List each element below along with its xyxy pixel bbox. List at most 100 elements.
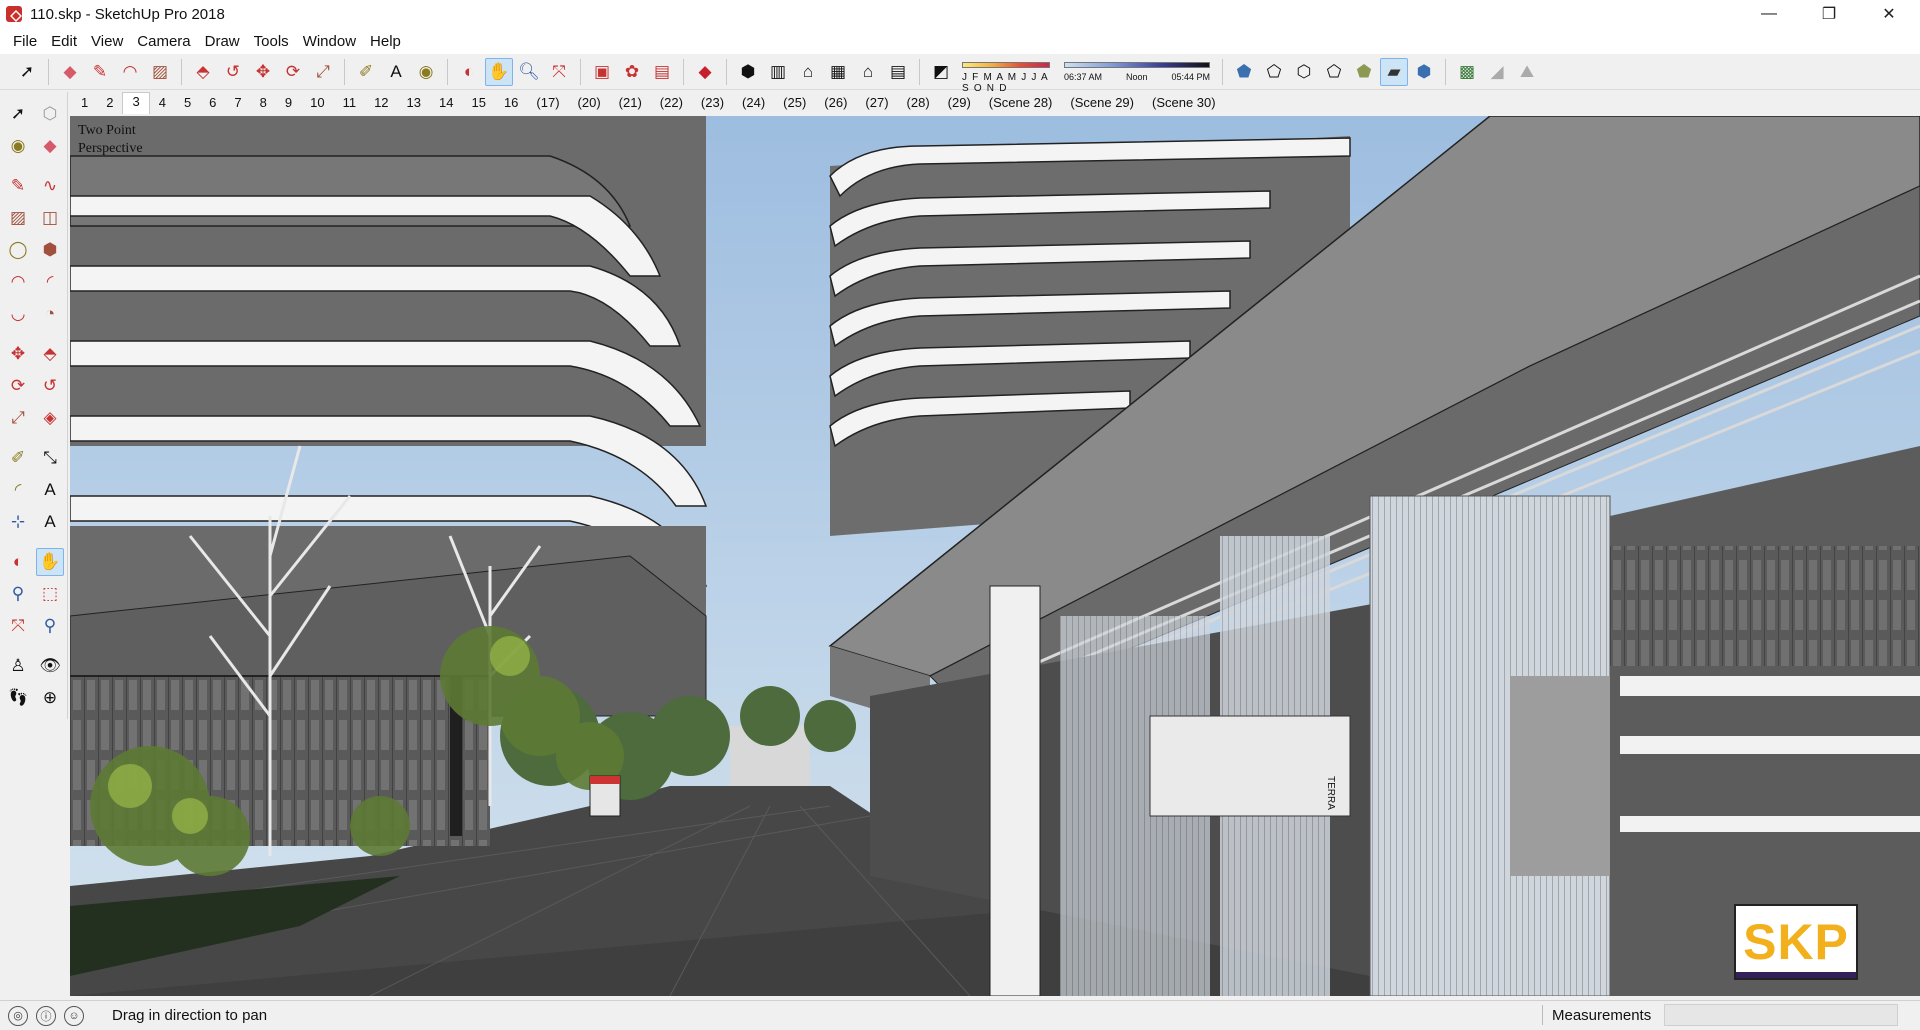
menu-file[interactable]: File [6, 31, 44, 52]
zoom-extents-icon[interactable]: ⤧ [4, 612, 32, 640]
add-location-icon[interactable]: ◢ [1483, 58, 1511, 86]
menu-help[interactable]: Help [363, 31, 408, 52]
xray-icon[interactable]: ⬟ [1230, 58, 1258, 86]
rotate-icon[interactable]: ⟳ [279, 58, 307, 86]
previous-view-icon[interactable]: ⚲ [36, 612, 64, 640]
menu-camera[interactable]: Camera [130, 31, 197, 52]
move-icon[interactable]: ✥ [249, 58, 277, 86]
orbit-icon[interactable]: ◐ [4, 548, 32, 576]
dimension-icon[interactable]: ⤡ [36, 444, 64, 472]
rotated-rectangle-icon[interactable]: ◫ [36, 204, 64, 232]
tab-scene-4[interactable]: 4 [150, 92, 175, 114]
tab-scene-24[interactable]: (24) [733, 92, 774, 114]
front-view-icon[interactable]: ⌂ [794, 58, 822, 86]
menu-window[interactable]: Window [296, 31, 363, 52]
move-icon[interactable]: ✥ [4, 340, 32, 368]
geo-location-icon[interactable]: ▩ [1453, 58, 1481, 86]
tab-scene-9[interactable]: 9 [276, 92, 301, 114]
shadow-toggle-icon[interactable]: ◩ [927, 58, 955, 86]
pan-icon[interactable]: ✋ [36, 548, 64, 576]
position-camera-icon[interactable]: ♙ [4, 652, 32, 680]
back-view-icon[interactable]: ⌂ [854, 58, 882, 86]
top-view-icon[interactable]: ▥ [764, 58, 792, 86]
back-edges-icon[interactable]: ⬠ [1260, 58, 1288, 86]
section-plane-icon[interactable]: ⊕ [36, 684, 64, 712]
shadow-time-slider[interactable]: 06:37 AM Noon 05:44 PM [1064, 58, 1210, 86]
look-around-icon[interactable]: 👁︎ [36, 652, 64, 680]
scale-icon[interactable]: ⤢ [309, 58, 337, 86]
pencil-icon[interactable]: ✎ [86, 58, 114, 86]
select-icon[interactable]: ➚ [13, 58, 41, 86]
credits-icon[interactable]: ⓘ [36, 1005, 56, 1026]
menu-tools[interactable]: Tools [247, 31, 296, 52]
pie-icon[interactable]: ◔ [36, 300, 64, 328]
iso-view-icon[interactable]: ⬢ [734, 58, 762, 86]
freehand-icon[interactable]: ∿ [36, 172, 64, 200]
rectangle-icon[interactable]: ▨ [4, 204, 32, 232]
measurements-input[interactable] [1664, 1004, 1898, 1026]
select-icon[interactable]: ➚ [4, 100, 32, 128]
tab-scene-7[interactable]: 7 [225, 92, 250, 114]
zoom-icon[interactable]: ⚲ [4, 580, 32, 608]
right-view-icon[interactable]: ▦ [824, 58, 852, 86]
tab-scene-27[interactable]: (27) [856, 92, 897, 114]
protractor-icon[interactable]: ◜ [4, 476, 32, 504]
menu-view[interactable]: View [84, 31, 130, 52]
followme-icon[interactable]: ↺ [36, 372, 64, 400]
arc-icon[interactable]: ◠ [4, 268, 32, 296]
tab-scene-21[interactable]: (21) [610, 92, 651, 114]
tab-scene-30-named[interactable]: (Scene 30) [1143, 92, 1225, 114]
two-point-arc-icon[interactable]: ◜ [36, 268, 64, 296]
text-icon[interactable]: A [36, 476, 64, 504]
tab-scene-23[interactable]: (23) [692, 92, 733, 114]
geo-location-status-icon[interactable]: ◎ [8, 1005, 28, 1026]
tab-scene-29[interactable]: (29) [939, 92, 980, 114]
pushpull-icon[interactable]: ⬘ [36, 340, 64, 368]
component-icon[interactable]: ⬡ [36, 100, 64, 128]
warehouse-icon[interactable]: ▣ [588, 58, 616, 86]
monochrome-icon[interactable]: ⬢ [1410, 58, 1438, 86]
tab-scene-22[interactable]: (22) [651, 92, 692, 114]
arc-icon[interactable]: ◠ [116, 58, 144, 86]
line-icon[interactable]: ✎ [4, 172, 32, 200]
polygon-icon[interactable]: ⬢ [36, 236, 64, 264]
minimize-button[interactable]: — [1740, 0, 1798, 28]
user-account-icon[interactable]: ☺ [64, 1005, 84, 1026]
scale-icon[interactable]: ⤢ [4, 404, 32, 432]
walk-icon[interactable]: 👣︎ [4, 684, 32, 712]
shaded-textures-icon[interactable]: ▰ [1380, 57, 1408, 86]
tab-scene-29-named[interactable]: (Scene 29) [1061, 92, 1143, 114]
pushpull-icon[interactable]: ⬘ [189, 58, 217, 86]
rotate-icon[interactable]: ⟳ [4, 372, 32, 400]
tab-scene-26[interactable]: (26) [815, 92, 856, 114]
text-icon[interactable]: A [382, 58, 410, 86]
pan-icon[interactable]: ✋ [485, 57, 513, 86]
hidden-line-icon[interactable]: ⬠ [1320, 58, 1348, 86]
3d-text-icon[interactable]: A [36, 508, 64, 536]
tab-scene-8[interactable]: 8 [251, 92, 276, 114]
orbit-icon[interactable]: ◐ [455, 58, 483, 86]
offset-icon[interactable]: ◈ [36, 404, 64, 432]
tab-scene-17[interactable]: (17) [527, 92, 568, 114]
tab-scene-28[interactable]: (28) [898, 92, 939, 114]
circle-icon[interactable]: ◯ [4, 236, 32, 264]
paint-icon[interactable]: ◉ [4, 132, 32, 160]
tab-scene-12[interactable]: 12 [365, 92, 397, 114]
three-point-arc-icon[interactable]: ◡ [4, 300, 32, 328]
left-view-icon[interactable]: ▤ [884, 58, 912, 86]
followme-icon[interactable]: ↺ [219, 58, 247, 86]
zoom-icon[interactable]: 🔍︎ [515, 58, 543, 86]
restore-button[interactable]: ❐ [1800, 0, 1858, 28]
tab-scene-13[interactable]: 13 [398, 92, 430, 114]
tab-scene-14[interactable]: 14 [430, 92, 462, 114]
tab-scene-16[interactable]: 16 [495, 92, 527, 114]
tab-scene-20[interactable]: (20) [569, 92, 610, 114]
zoom-window-icon[interactable]: ⬚ [36, 580, 64, 608]
eraser-icon[interactable]: ◆ [36, 132, 64, 160]
tab-scene-2[interactable]: 2 [97, 92, 122, 114]
extension-icon[interactable]: ✿ [618, 58, 646, 86]
paint-icon[interactable]: ◉ [412, 58, 440, 86]
tab-scene-3[interactable]: 3 [122, 92, 150, 114]
shadow-month-slider[interactable]: J F M A M J J A S O N D [962, 58, 1052, 94]
tape-icon[interactable]: ✐ [352, 58, 380, 86]
